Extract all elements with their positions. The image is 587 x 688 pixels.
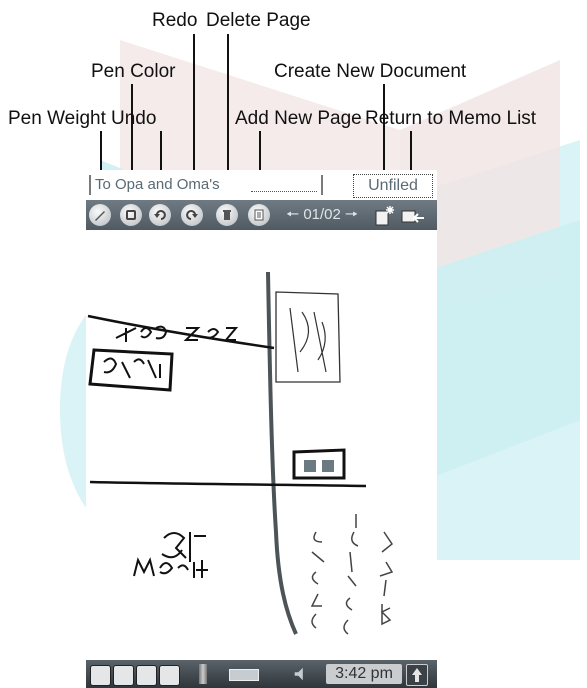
up-arrow-icon[interactable] (406, 664, 428, 686)
status-bar: 3:42 pm (86, 660, 437, 688)
volume-icon[interactable] (292, 665, 310, 683)
title-underline (251, 191, 317, 192)
callout-return-to-memo-list: Return to Memo List (365, 108, 537, 129)
callout-pen-weight: Pen Weight (8, 108, 106, 129)
page-indicator-group: 🠔 01/02 🠖 (286, 206, 358, 224)
signal-icon (199, 664, 207, 684)
pen-weight-icon (95, 211, 105, 221)
add-page-icon (254, 209, 264, 221)
page-indicator: 01/02 (303, 206, 341, 223)
note-title: To Opa and Oma's (95, 176, 220, 193)
palm-device-screen: To Opa and Oma's Unfiled 🠔 01/02 🠖 3:42 … (86, 170, 437, 688)
battery-icon[interactable] (229, 669, 259, 681)
undo-button[interactable] (149, 204, 171, 226)
note-title-field[interactable]: To Opa and Oma's (89, 175, 323, 195)
home-icon[interactable] (90, 665, 111, 686)
next-page-arrow-icon[interactable]: 🠖 (345, 206, 358, 223)
category-selector[interactable]: Unfiled (353, 174, 433, 198)
return-to-list-icon[interactable] (400, 205, 426, 227)
callout-create-new-document: Create New Document (274, 61, 467, 82)
add-new-page-button[interactable] (248, 204, 270, 226)
delete-page-button[interactable] (216, 204, 238, 226)
callout-delete-page: Delete Page (206, 10, 311, 31)
keyboard-icon[interactable] (159, 665, 180, 686)
callout-pen-color: Pen Color (91, 61, 176, 82)
callout-undo: Undo (111, 108, 157, 129)
pen-weight-button[interactable] (89, 204, 111, 226)
redo-button[interactable] (181, 204, 203, 226)
undo-icon (154, 210, 166, 220)
menu-icon[interactable] (113, 665, 134, 686)
new-document-icon[interactable] (373, 205, 395, 227)
trash-icon (223, 210, 231, 220)
title-bar: To Opa and Oma's Unfiled (86, 170, 437, 198)
find-icon[interactable] (136, 665, 157, 686)
pen-color-button[interactable] (120, 204, 142, 226)
pen-color-icon (126, 210, 136, 220)
sketch-canvas[interactable] (86, 232, 437, 658)
clock: 3:42 pm (326, 664, 402, 684)
redo-icon (186, 210, 198, 220)
callout-add-new-page: Add New Page (235, 108, 362, 129)
previous-page-arrow-icon[interactable]: 🠔 (286, 206, 299, 223)
callout-redo: Redo (152, 10, 198, 31)
toolbar: 🠔 01/02 🠖 (86, 200, 437, 230)
